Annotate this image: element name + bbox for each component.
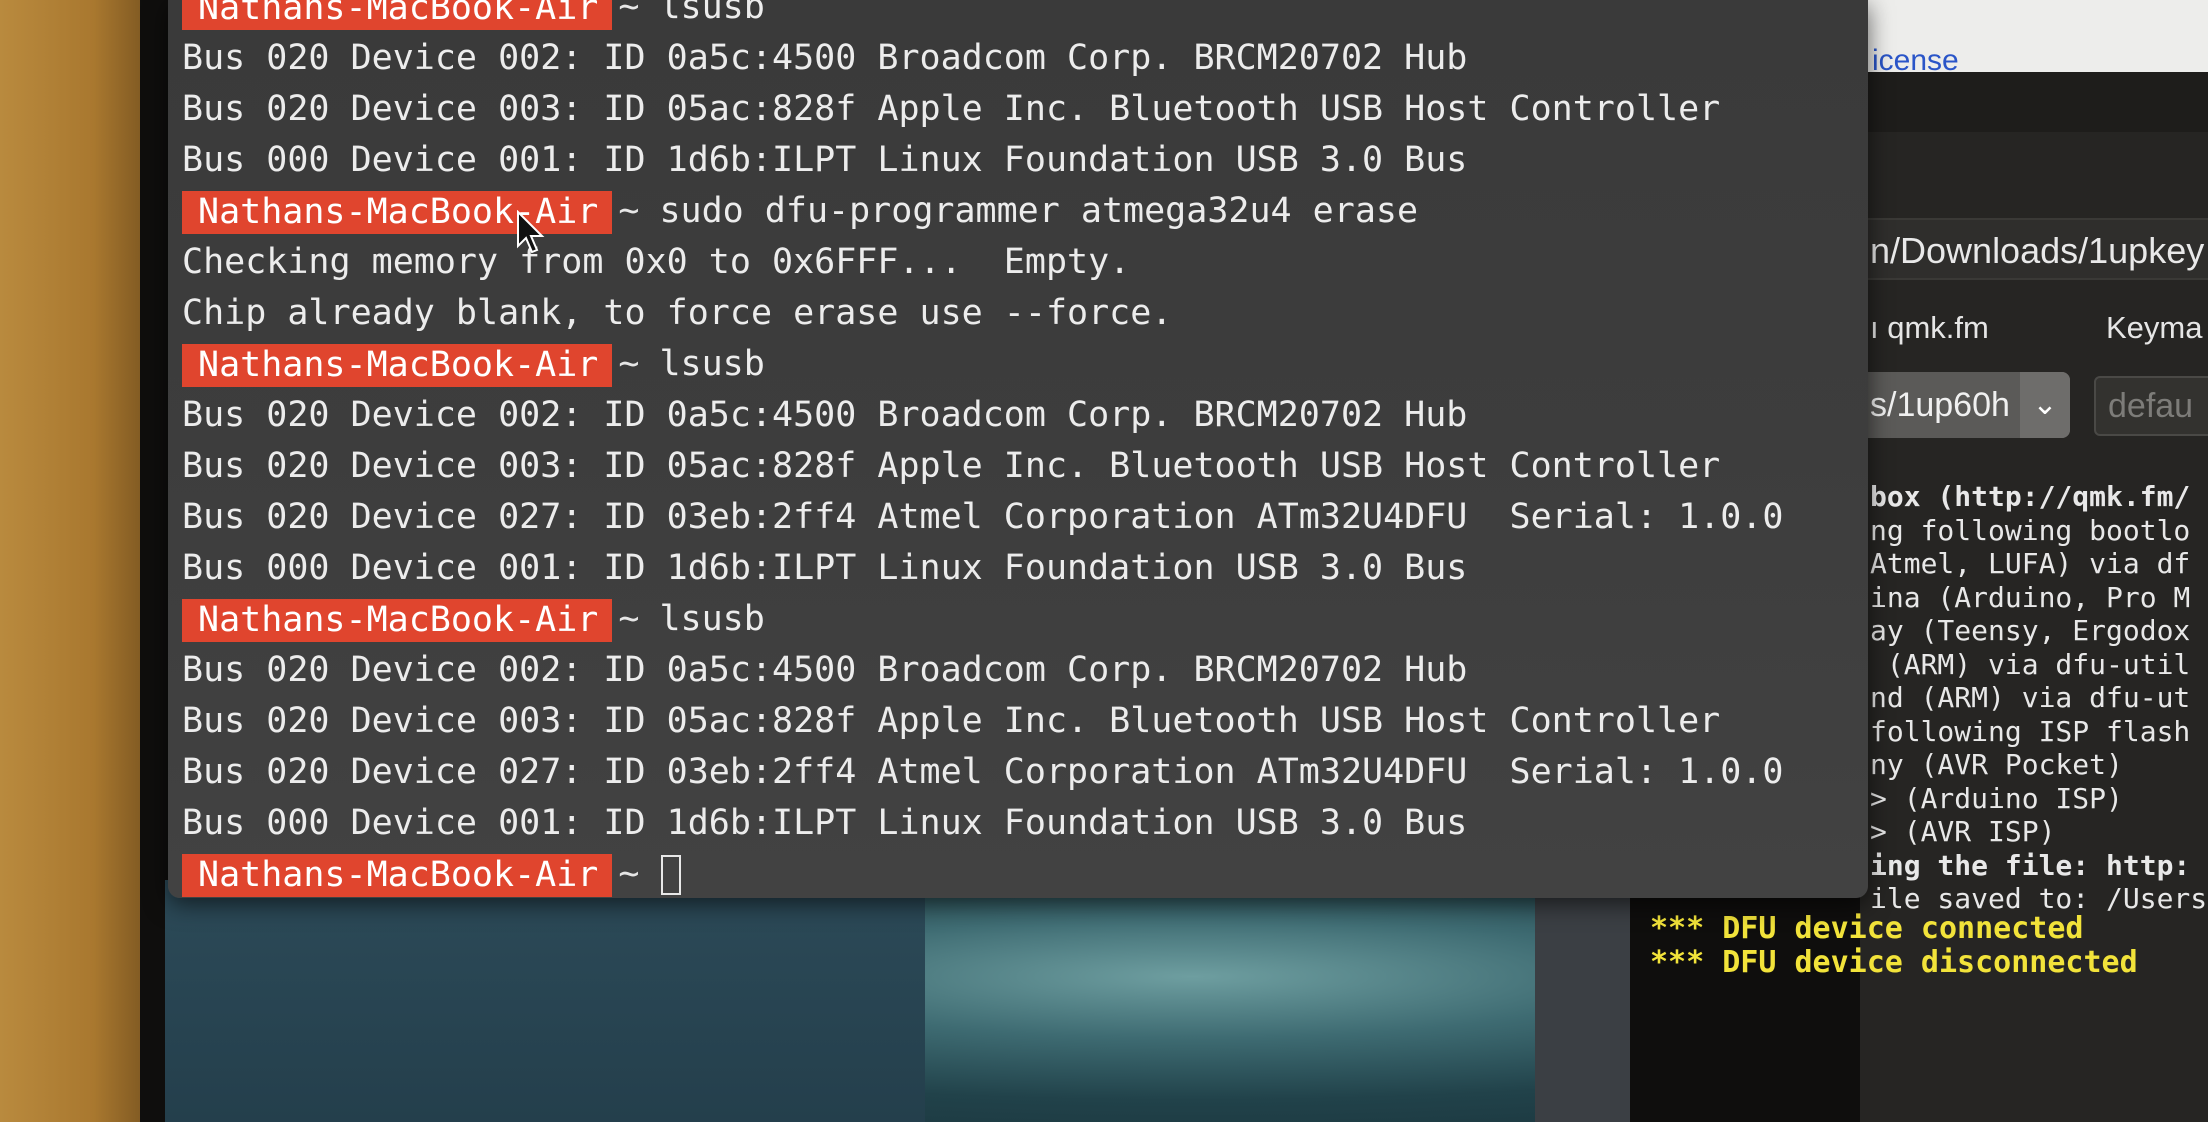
prompt-tilde: ~ (618, 191, 640, 231)
prompt-tilde: ~ (618, 0, 640, 27)
prompt-line: Nathans-MacBook-Air ~ sudo dfu-programmer … (182, 186, 1862, 237)
keymap-label: Keyma (2106, 310, 2203, 345)
output-line: Bus 000 Device 001: ID 1d6b:ILPT Linux F… (182, 548, 1468, 588)
shell-prompt-badge: Nathans-MacBook-Air (182, 190, 613, 234)
qmk-labels-row: ı qmk.fm Keyma (1860, 300, 2208, 360)
shell-prompt-badge: Nathans-MacBook-Air (182, 343, 613, 387)
mouse-pointer-icon (517, 210, 545, 254)
text-cursor[interactable] (661, 855, 682, 895)
prompt-line: Nathans-MacBook-Air ~ lsusb (182, 594, 1862, 645)
window-edge (1535, 880, 1630, 1122)
firmware-path-field[interactable]: n/Downloads/1upkey (1860, 218, 2208, 280)
keyboard-select-value: s/1up60h (1870, 386, 2010, 424)
command-text: lsusb (659, 599, 765, 639)
keymap-input[interactable]: defau (2094, 376, 2208, 436)
log-line: nd (ARM) via dfu-ut (1870, 681, 2191, 714)
log-line: ay (Teensy, Ergodox (1870, 614, 2191, 647)
output-line: Bus 020 Device 002: ID 0a5c:4500 Broadco… (182, 650, 1468, 690)
dfu-event-line: *** DFU device disconnected (1650, 945, 2138, 980)
qmk-header: icense (1860, 0, 2208, 77)
shell-prompt-badge: Nathans-MacBook-Air (182, 0, 613, 30)
prompt-tilde: ~ (618, 854, 640, 894)
output-line: Bus 000 Device 001: ID 1d6b:ILPT Linux F… (182, 803, 1468, 843)
qmk-log-output: box (http://qmk.fm/ng following bootlo At… (1870, 480, 2208, 916)
output-line: Bus 000 Device 001: ID 1d6b:ILPT Linux F… (182, 140, 1468, 180)
log-line: Atmel, LUFA) via df (1870, 547, 2191, 580)
dfu-event-log: *** DFU device connected *** DFU device d… (1650, 912, 2138, 980)
qmk-toolbar (1860, 72, 2208, 132)
terminal-window[interactable]: Nathans-MacBook-Air ~ lsusb Bus 020 Device … (168, 0, 1868, 898)
log-line: (ARM) via dfu-util (1870, 647, 2191, 681)
log-line: > (Arduino ISP) (1870, 781, 2123, 815)
output-line: Bus 020 Device 002: ID 0a5c:4500 Broadco… (182, 395, 1468, 435)
prompt-line: Nathans-MacBook-Air ~ (182, 849, 1862, 898)
command-text: lsusb (659, 0, 765, 27)
output-line: Checking memory from 0x0 to 0x6FFF... Em… (182, 242, 1131, 282)
prompt-tilde: ~ (618, 599, 640, 639)
prompt-line: Nathans-MacBook-Air ~ lsusb (182, 339, 1862, 390)
qmk-source-label: ı qmk.fm (1870, 310, 1989, 345)
terminal-output: Nathans-MacBook-Air ~ lsusb Bus 020 Device … (182, 0, 1862, 898)
dfu-event-line: *** DFU device connected (1650, 911, 2084, 946)
command-text: lsusb (659, 344, 765, 384)
keyboard-select[interactable]: s/1up60h ⌄ (1860, 372, 2070, 438)
log-line: box (http://qmk.fm/ (1870, 480, 2191, 513)
output-line: Bus 020 Device 002: ID 0a5c:4500 Broadco… (182, 38, 1468, 78)
command-text: sudo dfu-programmer atmega32u4 erase (659, 191, 1419, 231)
shell-prompt-badge: Nathans-MacBook-Air (182, 853, 613, 897)
log-line: following ISP flash (1870, 714, 2191, 748)
desktop-wallpaper-left (165, 880, 925, 1122)
output-line: Chip already blank, to force erase use -… (182, 293, 1173, 333)
log-line: > (AVR ISP) (1870, 815, 2056, 848)
output-line: Bus 020 Device 003: ID 05ac:828f Apple I… (182, 89, 1721, 129)
log-line: ny (AVR Pocket) (1870, 748, 2123, 781)
chevron-down-icon[interactable]: ⌄ (2020, 372, 2070, 438)
output-line: Bus 020 Device 027: ID 03eb:2ff4 Atmel C… (182, 497, 1784, 537)
log-line: ina (Arduino, Pro M (1870, 580, 2191, 614)
output-line: Bus 020 Device 027: ID 03eb:2ff4 Atmel C… (182, 752, 1784, 792)
prompt-line: Nathans-MacBook-Air ~ lsusb (182, 0, 1862, 33)
output-line: Bus 020 Device 003: ID 05ac:828f Apple I… (182, 701, 1721, 741)
log-line: ing the file: http: (1870, 848, 2191, 882)
log-line: ng following bootlo (1870, 513, 2191, 547)
prompt-tilde: ~ (618, 344, 640, 384)
shell-prompt-badge: Nathans-MacBook-Air (182, 598, 613, 642)
output-line: Bus 020 Device 003: ID 05ac:828f Apple I… (182, 446, 1721, 486)
